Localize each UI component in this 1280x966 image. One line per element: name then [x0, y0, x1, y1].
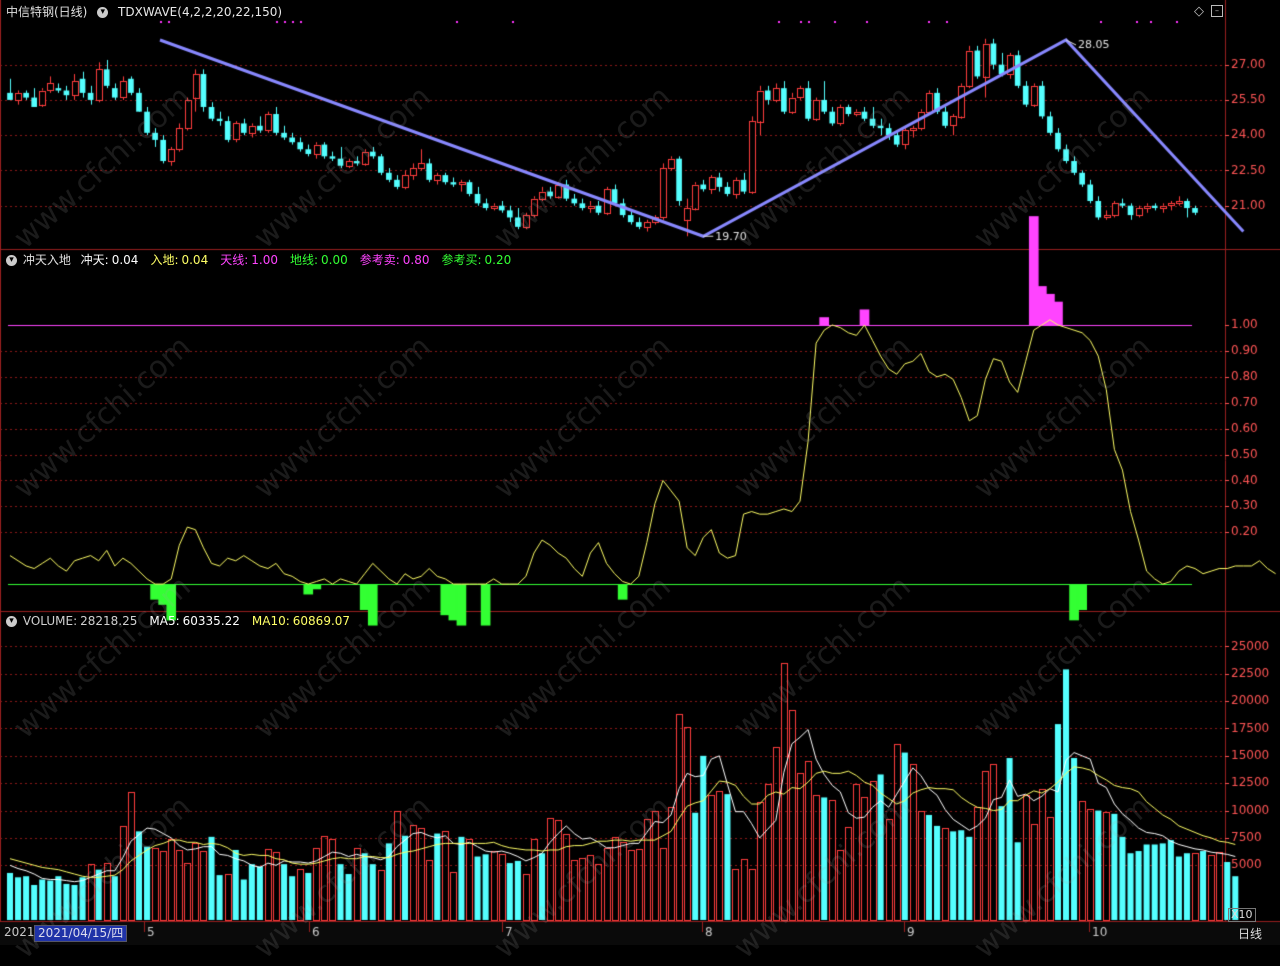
volume-label: VOLUME: — [22, 614, 78, 628]
volume-value: 60335.22 — [182, 614, 240, 628]
indicator-value: 0.80 — [402, 253, 430, 267]
selected-date[interactable]: 2021/04/15/四 — [34, 925, 128, 942]
indicator-label: 参考卖: — [359, 253, 400, 267]
expand-icon[interactable]: ▾ — [97, 7, 109, 18]
indicator-label: 入地: — [150, 253, 179, 267]
indicator-item: 参考卖: 0.80 — [360, 253, 436, 267]
zoom-indicator[interactable]: X10 — [1228, 908, 1256, 922]
volume-label: MA5: — [149, 614, 180, 628]
indicator-item: 参考买: 0.20 — [442, 253, 518, 267]
period-label[interactable]: 日线 — [1238, 925, 1262, 942]
indicator-value: 0.04 — [181, 253, 209, 267]
volume-item: VOLUME: 28218.25 — [23, 614, 144, 628]
indicator-label: 参考买: — [441, 253, 482, 267]
chart-canvas[interactable] — [0, 0, 1280, 945]
expand-icon[interactable]: ▾ — [6, 616, 17, 627]
indicator-item: 天线: 1.00 — [220, 253, 284, 267]
volume-item: MA10: 60869.07 — [252, 614, 356, 628]
indicator-item: 地线: 0.00 — [290, 253, 354, 267]
year-label: 2021 — [4, 925, 35, 939]
volume-label: MA10: — [251, 614, 290, 628]
diamond-icon[interactable]: ◇ — [1194, 4, 1204, 19]
expand-icon[interactable]: ▾ — [6, 255, 17, 266]
volume-item: MA5: 60335.22 — [149, 614, 246, 628]
volume-panel-header: ▾ VOLUME: 28218.25 MA5: 60335.22 MA10: 60869.… — [6, 612, 368, 630]
indicator-value: 0.20 — [484, 253, 512, 267]
indicator-value: 0.00 — [321, 253, 348, 267]
price-panel-header: 中信特钢(日线) ▾ TDXWAVE(4,2,2,20,22,150) — [6, 3, 288, 21]
indicator-label: 天线: — [220, 253, 249, 267]
indicator-value: 1.00 — [251, 253, 278, 267]
indicator-value: 0.04 — [111, 253, 139, 267]
indicator-label: 地线: — [289, 253, 319, 267]
indicator-item: 入地: 0.04 — [150, 253, 214, 267]
volume-value: 60869.07 — [292, 614, 351, 628]
indicator-item: 冲天: 0.04 — [81, 253, 145, 267]
maximize-icon[interactable]: – — [1211, 5, 1223, 17]
volume-value: 28218.25 — [80, 614, 138, 628]
stock-name[interactable]: 中信特钢(日线) — [6, 5, 87, 19]
indicator-name[interactable]: 冲天入地 — [23, 253, 71, 267]
indicator-label: 冲天: — [80, 253, 109, 267]
indicator-panel-header: ▾ 冲天入地 冲天: 0.04 入地: 0.04 天线: 1.00 地线: 0.00 参考卖: 0… — [6, 251, 529, 269]
wave-indicator-label[interactable]: TDXWAVE(4,2,2,20,22,150) — [118, 5, 282, 19]
